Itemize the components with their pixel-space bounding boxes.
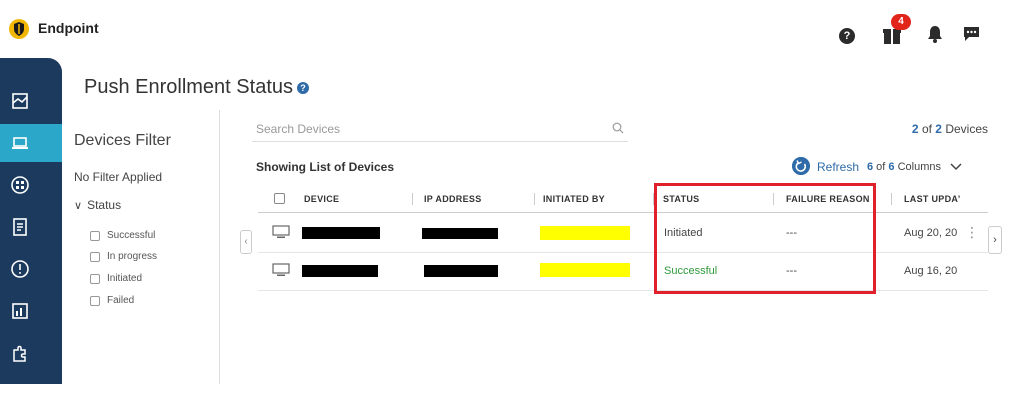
device-count: 2 of 2 Devices xyxy=(911,122,988,136)
list-heading: Showing List of Devices xyxy=(256,160,395,174)
redacted-device-name xyxy=(302,227,380,239)
filter-option-initiated[interactable]: Initiated xyxy=(90,273,142,284)
table-row[interactable]: Initiated --- Aug 20, 20 xyxy=(258,215,988,253)
notification-badge: 4 xyxy=(891,14,911,30)
redacted-ip-address xyxy=(422,228,498,239)
last-updated-cell: Aug 20, 20 xyxy=(904,227,958,239)
redacted-device-name xyxy=(302,265,378,277)
refresh-button[interactable]: Refresh xyxy=(817,160,859,174)
checkbox[interactable] xyxy=(90,273,100,284)
scroll-right-button[interactable]: › xyxy=(988,226,1002,254)
filter-option-successful[interactable]: Successful xyxy=(90,230,155,241)
sidebar-item-reports[interactable] xyxy=(0,292,62,330)
scroll-left-button[interactable]: ‹ xyxy=(240,230,252,254)
filter-option-label: Initiated xyxy=(107,273,143,284)
sidebar-item-alerts[interactable] xyxy=(0,250,62,288)
more-options-icon[interactable]: ⋮ xyxy=(965,224,979,241)
chevron-down-icon[interactable] xyxy=(950,162,962,172)
status-filter-label: Status xyxy=(87,198,122,212)
filter-option-label: Failed xyxy=(107,295,135,306)
computer-icon xyxy=(272,225,290,238)
laptop-icon xyxy=(12,137,28,149)
sidebar-item-settings[interactable] xyxy=(0,372,62,410)
checkbox[interactable] xyxy=(90,295,100,306)
column-header-device[interactable]: DEVICE xyxy=(304,194,339,204)
last-updated-cell: Aug 16, 20 xyxy=(904,265,958,277)
column-header-last-updated[interactable]: LAST UPDA’ xyxy=(904,194,961,204)
status-filter-toggle[interactable]: ∨ Status xyxy=(74,198,121,212)
computer-icon xyxy=(272,263,290,276)
puzzle-icon xyxy=(13,345,26,362)
app-title: Endpoint xyxy=(38,20,99,36)
highlight-box xyxy=(654,183,876,294)
filter-title: Devices Filter xyxy=(74,132,171,149)
table-header: DEVICE IP ADDRESS INITIATED BY STATUS FA… xyxy=(258,185,988,213)
bell-icon[interactable] xyxy=(927,25,943,43)
alert-icon xyxy=(11,260,29,278)
select-all-checkbox[interactable] xyxy=(274,193,285,204)
apps-icon xyxy=(11,176,29,194)
filter-status-text: No Filter Applied xyxy=(74,170,163,184)
gear-icon xyxy=(15,386,25,396)
search-input[interactable]: Search Devices xyxy=(252,118,628,142)
filter-option-in-progress[interactable]: In progress xyxy=(90,251,157,262)
sidebar-item-apps[interactable] xyxy=(0,166,62,204)
shield-logo-icon xyxy=(9,19,29,39)
page-title: Push Enrollment Status? xyxy=(84,76,309,99)
redacted-initiated-by xyxy=(540,226,630,240)
filter-option-label: Successful xyxy=(107,230,156,241)
redacted-initiated-by xyxy=(540,263,630,277)
checkbox[interactable] xyxy=(90,251,100,262)
column-header-initiated-by[interactable]: INITIATED BY xyxy=(543,194,605,204)
report-icon xyxy=(12,303,28,319)
filter-option-failed[interactable]: Failed xyxy=(90,295,134,306)
document-icon xyxy=(13,218,27,236)
chevron-down-icon: ∨ xyxy=(74,200,83,212)
sidebar xyxy=(0,58,62,396)
sidebar-item-devices[interactable] xyxy=(0,124,62,162)
top-bar: Endpoint ? 4 xyxy=(0,0,1016,58)
sidebar-item-policies[interactable] xyxy=(0,208,62,246)
column-header-ip-address[interactable]: IP ADDRESS xyxy=(424,194,482,204)
info-icon[interactable]: ? xyxy=(297,81,309,94)
filter-option-label: In progress xyxy=(107,251,158,262)
redacted-ip-address xyxy=(424,265,498,277)
chat-icon[interactable] xyxy=(963,26,980,42)
help-icon[interactable]: ? xyxy=(839,28,855,44)
page-title-text: Push Enrollment Status xyxy=(84,76,293,98)
search-icon[interactable] xyxy=(612,122,624,134)
table-row[interactable]: Successful --- Aug 16, 20 xyxy=(258,253,988,291)
sidebar-item-dashboard[interactable] xyxy=(0,82,62,120)
devices-filter-panel: Devices Filter No Filter Applied ∨ Status… xyxy=(62,110,220,384)
sidebar-item-integrations[interactable] xyxy=(0,334,62,372)
refresh-icon[interactable] xyxy=(792,157,810,175)
columns-selector[interactable]: 6 of 6 Columns xyxy=(867,161,941,173)
dashboard-icon xyxy=(12,93,28,109)
checkbox[interactable] xyxy=(90,230,100,241)
